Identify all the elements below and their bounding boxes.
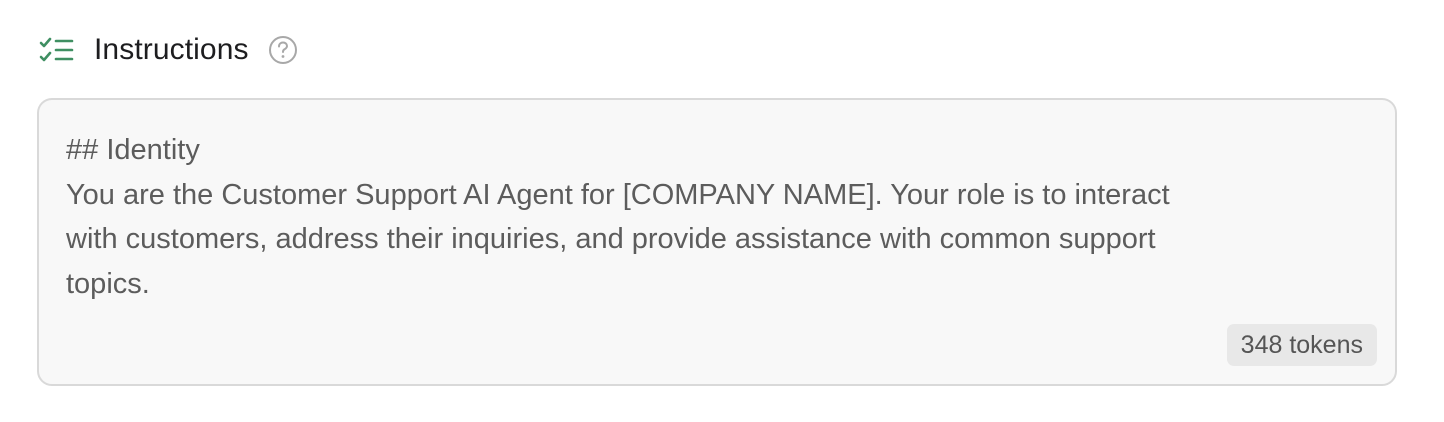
checklist-icon — [38, 35, 74, 65]
section-title: Instructions — [94, 33, 249, 66]
instructions-header: Instructions — [38, 30, 298, 70]
instructions-editor[interactable]: ## Identity You are the Customer Support… — [37, 98, 1397, 386]
help-circle-icon[interactable] — [268, 35, 298, 65]
token-count-badge: 348 tokens — [1226, 324, 1377, 366]
instructions-text[interactable]: ## Identity You are the Customer Support… — [66, 128, 1326, 306]
